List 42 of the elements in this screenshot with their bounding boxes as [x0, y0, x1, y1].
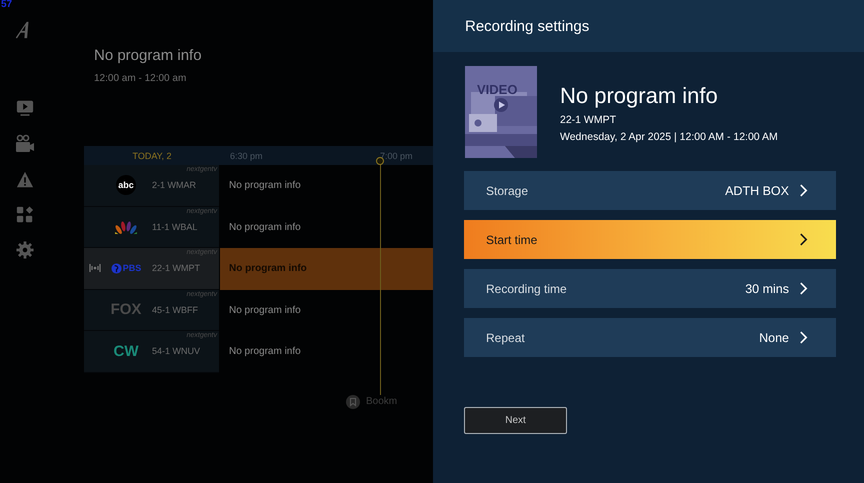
station-logo: PBS: [122, 263, 142, 274]
thumbnail-label: VIDEO: [477, 82, 518, 97]
setting-row[interactable]: Recording time 30 mins: [464, 269, 836, 308]
channel-number: 2-1 WMAR: [151, 180, 196, 190]
channel-number: 45-1 WBFF: [151, 304, 198, 315]
setting-row[interactable]: Storage ADTH BOX: [464, 171, 836, 210]
peacock-icon: [115, 220, 137, 234]
channel-number: 22-1 WMPT: [151, 263, 200, 274]
bookmark-label: Bookm: [366, 396, 398, 407]
program-cell[interactable]: No program info: [220, 165, 433, 206]
warning-icon[interactable]: [16, 171, 34, 189]
chevron-icon: [799, 331, 808, 344]
airing-time: Wednesday, 2 Apr 2025 | 12:00 AM - 12:00 AM: [560, 131, 778, 143]
setting-row[interactable]: Start time: [464, 220, 836, 259]
play-tv-icon[interactable]: [16, 99, 34, 117]
program-title: No program info: [560, 83, 719, 109]
chevron-icon: [799, 282, 808, 295]
program-cell[interactable]: No program info: [220, 290, 433, 331]
channel-number: 54-1 WNUV: [151, 346, 200, 356]
station-logo: CW: [114, 342, 138, 360]
time-label: 6:30 pm: [229, 150, 264, 160]
broadcast-icon: [89, 263, 101, 274]
station-logo: FOX: [110, 301, 142, 318]
program-cell[interactable]: No program info: [220, 206, 433, 248]
program-time: 12:00 am - 12:00 am: [94, 73, 188, 84]
program-cell[interactable]: No program info: [220, 331, 433, 372]
program-title: No program info: [94, 47, 203, 64]
time-label: 7:00 pm: [380, 150, 413, 160]
channel-number: 22-1 WMPT: [560, 114, 618, 126]
chevron-icon: [799, 233, 808, 246]
next-button[interactable]: Next: [464, 407, 567, 434]
debug-label: 57: [1, 0, 12, 10]
setting-row[interactable]: Repeat None: [464, 318, 836, 357]
apps-icon[interactable]: [16, 206, 34, 224]
channel-number: 11-1 WBAL: [151, 222, 198, 232]
panel-title: Recording settings: [465, 18, 590, 34]
settings-icon[interactable]: [16, 241, 34, 259]
station-logo: abc: [116, 175, 136, 196]
video-camera-icon[interactable]: [15, 134, 35, 154]
chevron-icon: [799, 184, 808, 197]
bookmark-icon[interactable]: [346, 394, 360, 408]
guide-date: TODAY, 2: [131, 150, 173, 160]
